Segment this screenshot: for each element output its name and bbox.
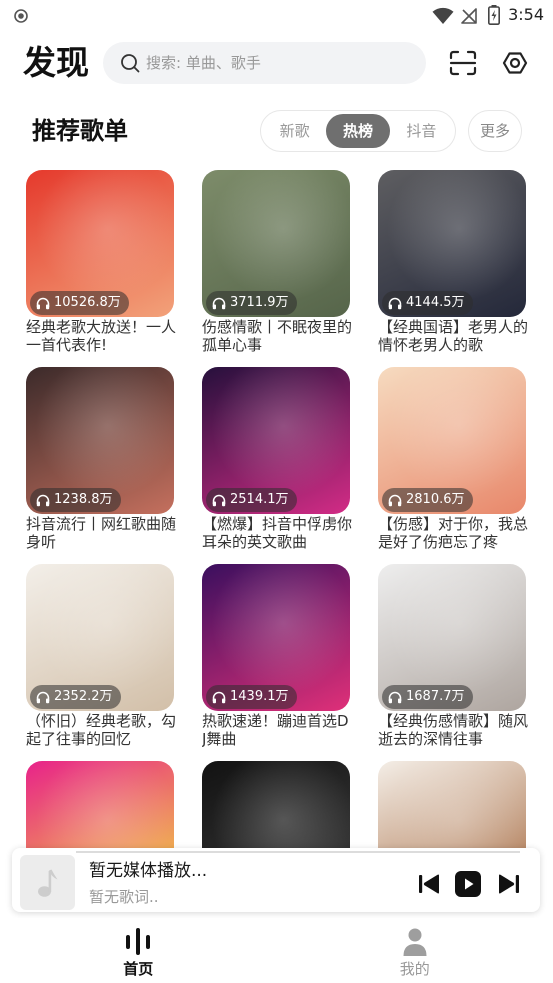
playlist-card[interactable]: 2352.2万 （怀旧）经典老歌，勾起了往事的回忆 (26, 564, 176, 748)
playlist-cover-image[interactable]: 2352.2万 (26, 564, 174, 711)
playlist-card[interactable]: 1238.8万 抖音流行丨网红歌曲随身听 (26, 367, 176, 551)
play-count-badge: 2352.2万 (30, 685, 121, 709)
headphones-icon (212, 297, 226, 309)
play-count-badge: 10526.8万 (30, 291, 129, 315)
music-note-icon (37, 869, 57, 897)
scan-button[interactable] (449, 50, 477, 76)
equalizer-icon (126, 928, 151, 955)
play-count: 4144.5万 (406, 295, 465, 310)
playlist-title[interactable]: 【经典伤感情歌】随风逝去的深情往事 (378, 712, 528, 748)
playlist-card[interactable]: 10526.8万 经典老歌大放送！一人一首代表作! (26, 170, 176, 354)
skip-next-icon[interactable] (498, 873, 520, 895)
playlist-card[interactable]: 2810.6万 【伤感】对于你，我总是好了伤疤忘了疼 (378, 367, 528, 551)
play-count-badge: 4144.5万 (382, 291, 473, 315)
play-count: 1439.1万 (230, 689, 289, 704)
playlist-card[interactable]: 2514.1万 【燃爆】抖音中俘虏你耳朵的英文歌曲 (202, 367, 352, 551)
headphones-icon (388, 494, 402, 506)
playlist-title[interactable]: 伤感情歌丨不眠夜里的孤单心事 (202, 318, 352, 354)
mini-player[interactable]: 暂无媒体播放... 暂无歌词.. (12, 848, 540, 912)
page-title: 发现 (23, 43, 89, 82)
play-count: 2352.2万 (54, 689, 113, 704)
now-playing-title: 暂无媒体播放... (89, 861, 208, 881)
play-count: 1687.7万 (406, 689, 465, 704)
nav-label-home: 首页 (123, 960, 154, 978)
headphones-icon (212, 494, 226, 506)
now-playing-lyrics: 暂无歌词.. (89, 888, 159, 906)
play-count-badge: 2514.1万 (206, 488, 297, 512)
tab-new-songs[interactable]: 新歌 (263, 114, 326, 148)
playlist-cover-image[interactable]: 1439.1万 (202, 564, 350, 711)
play-count: 2810.6万 (406, 492, 465, 507)
play-count-badge: 1687.7万 (382, 685, 473, 709)
headphones-icon (36, 494, 50, 506)
playlist-title[interactable]: 【燃爆】抖音中俘虏你耳朵的英文歌曲 (202, 515, 352, 551)
more-button[interactable]: 更多 (468, 110, 522, 152)
person-icon (403, 928, 427, 956)
album-art-placeholder[interactable] (20, 855, 75, 910)
play-count: 2514.1万 (230, 492, 289, 507)
play-count: 10526.8万 (54, 295, 121, 310)
search-input[interactable]: 搜索: 单曲、歌手 (103, 42, 426, 84)
scan-icon (449, 50, 477, 76)
play-count-badge: 1238.8万 (30, 488, 121, 512)
play-count-badge: 3711.9万 (206, 291, 297, 315)
playlist-card[interactable]: 4144.5万 【经典国语】老男人的情怀老男人的歌 (378, 170, 528, 354)
playlist-cover-image[interactable]: 1687.7万 (378, 564, 526, 711)
nav-item-mine[interactable]: 我的 (277, 918, 553, 983)
headphones-icon (212, 691, 226, 703)
playlist-cover-image[interactable]: 2810.6万 (378, 367, 526, 514)
playlist-card[interactable]: 3711.9万 伤感情歌丨不眠夜里的孤单心事 (202, 170, 352, 354)
skip-previous-icon[interactable] (418, 873, 440, 895)
app-screen: 3:54 发现 搜索: 单曲、歌手 推荐歌单 新歌 热榜 抖音 更多 10526… (0, 0, 553, 983)
settings-button[interactable] (501, 49, 529, 77)
battery-charging-icon (488, 5, 500, 25)
playlist-card[interactable]: 1439.1万 热歌速递！蹦迪首选DJ舞曲 (202, 564, 350, 748)
nav-label-mine: 我的 (399, 960, 430, 978)
gear-icon (502, 52, 528, 74)
no-signal-icon (461, 8, 477, 24)
play-button[interactable] (455, 871, 481, 897)
tab-douyin[interactable]: 抖音 (390, 114, 453, 148)
status-time: 3:54 (508, 5, 544, 24)
playlist-title[interactable]: 抖音流行丨网红歌曲随身听 (26, 515, 176, 551)
playlist-cover-image[interactable]: 4144.5万 (378, 170, 526, 317)
wifi-icon (432, 7, 454, 24)
playlist-title[interactable]: 【经典国语】老男人的情怀老男人的歌 (378, 318, 528, 354)
bottom-navigation: 首页 我的 (0, 918, 553, 983)
playlist-card[interactable]: 1687.7万 【经典伤感情歌】随风逝去的深情往事 (378, 564, 528, 748)
headphones-icon (36, 297, 50, 309)
playlist-title[interactable]: 【伤感】对于你，我总是好了伤疤忘了疼 (378, 515, 528, 551)
nav-item-home[interactable]: 首页 (0, 918, 277, 983)
tab-hot-chart[interactable]: 热榜 (326, 114, 390, 148)
playlist-cover-image[interactable]: 3711.9万 (202, 170, 350, 317)
playlist-cover-image[interactable]: 1238.8万 (26, 367, 174, 514)
status-bar: 3:54 (0, 0, 553, 32)
playlist-title[interactable]: （怀旧）经典老歌，勾起了往事的回忆 (26, 712, 176, 748)
search-placeholder: 搜索: 单曲、歌手 (146, 54, 261, 72)
playback-progress-bar[interactable] (76, 851, 520, 853)
playlist-grid: 10526.8万 经典老歌大放送！一人一首代表作! 3711.9万 伤感情歌丨不… (26, 170, 528, 908)
play-count-badge: 2810.6万 (382, 488, 473, 512)
section-title: 推荐歌单 (32, 117, 128, 145)
play-count: 1238.8万 (54, 492, 113, 507)
playlist-tab-group: 新歌 热榜 抖音 (260, 110, 456, 152)
playlist-cover-image[interactable]: 2514.1万 (202, 367, 350, 514)
play-count: 3711.9万 (230, 295, 289, 310)
headphones-icon (388, 691, 402, 703)
search-icon (121, 54, 140, 73)
headphones-icon (388, 297, 402, 309)
play-count-badge: 1439.1万 (206, 685, 297, 709)
playlist-title[interactable]: 经典老歌大放送！一人一首代表作! (26, 318, 176, 354)
record-indicator-icon (14, 9, 28, 23)
playlist-cover-image[interactable]: 10526.8万 (26, 170, 174, 317)
playlist-title[interactable]: 热歌速递！蹦迪首选DJ舞曲 (202, 712, 352, 748)
headphones-icon (36, 691, 50, 703)
